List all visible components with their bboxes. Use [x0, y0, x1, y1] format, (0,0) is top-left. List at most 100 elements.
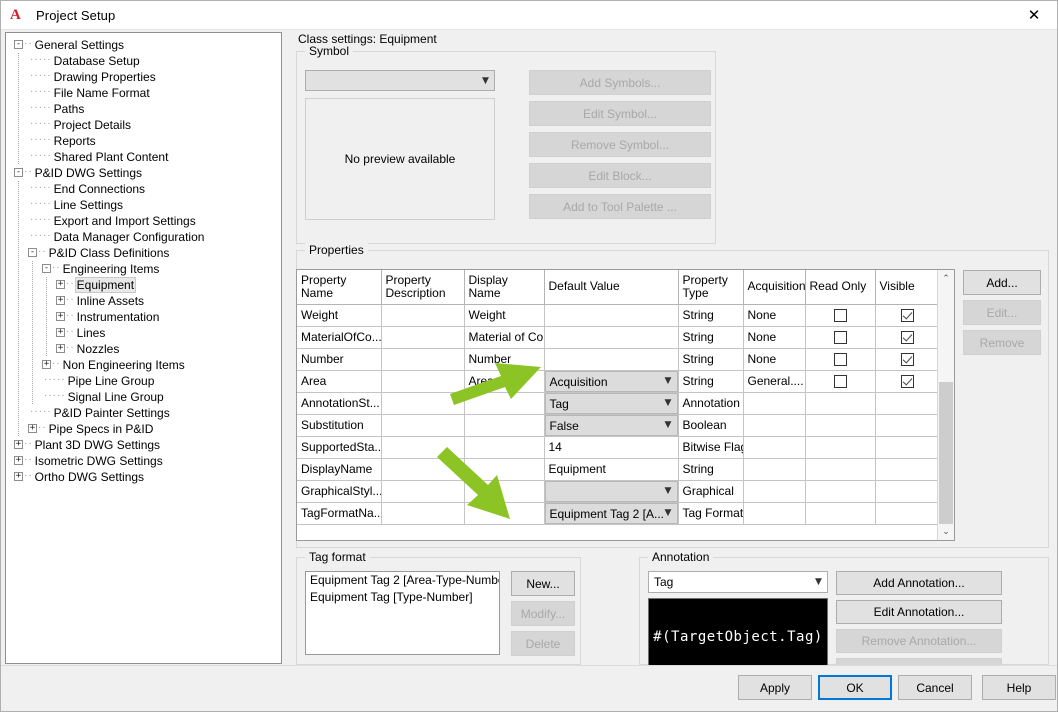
tree-item-ortho-dwg-settings[interactable]: + ·· Ortho DWG Settings [10, 469, 281, 485]
tree-item-pipe-specs-in-p-id[interactable]: + ·· Pipe Specs in P&ID [10, 421, 281, 437]
annotation-button-edit-annotation[interactable]: Edit Annotation... [836, 600, 1002, 624]
tree-item-nozzles[interactable]: + ·· Nozzles [10, 341, 281, 357]
col-property-description[interactable]: Property Description [381, 270, 465, 305]
cell-property-description[interactable] [381, 326, 465, 349]
col-default-value[interactable]: Default Value [544, 270, 679, 305]
cell-property-type[interactable]: Graphical [678, 480, 744, 503]
cell-display-name[interactable]: Weight [464, 304, 545, 327]
cell-property-type[interactable]: String [678, 326, 744, 349]
expand-icon[interactable]: + [14, 440, 23, 450]
expand-icon[interactable]: + [14, 472, 23, 482]
cell-read-only[interactable] [805, 392, 876, 415]
cell-property-name[interactable]: Number [297, 348, 382, 371]
tree-item-data-manager-configuration[interactable]: ····· Data Manager Configuration [10, 229, 281, 245]
cell-display-name[interactable] [464, 392, 545, 415]
tag-format-list-item[interactable]: Equipment Tag 2 [Area-Type-Number] [306, 572, 499, 589]
expand-icon[interactable]: + [42, 360, 51, 370]
tree-item-inline-assets[interactable]: + ·· Inline Assets [10, 293, 281, 309]
cell-property-name[interactable]: GraphicalStyl... [297, 480, 382, 503]
collapse-icon[interactable]: - [28, 248, 37, 258]
help-button[interactable]: Help [982, 675, 1056, 700]
cell-property-type[interactable]: Annotation [678, 392, 744, 415]
visible-checkbox[interactable] [900, 375, 914, 389]
ok-button[interactable]: OK [818, 675, 892, 700]
cell-visible[interactable] [875, 502, 940, 525]
tree-item-p-id-class-definitions[interactable]: - ·· P&ID Class Definitions [10, 245, 281, 261]
cell-acquisition[interactable]: General.... [743, 370, 806, 393]
cell-property-description[interactable] [381, 502, 465, 525]
default-value-combo[interactable]: Equipment Tag 2 [A... ▼ [544, 502, 677, 523]
col-property-type[interactable]: Property Type [678, 270, 744, 305]
cell-read-only[interactable] [805, 458, 876, 481]
properties-row[interactable]: Substitution False ▼ Boolean [297, 414, 940, 437]
cell-display-name[interactable]: Number [464, 348, 545, 371]
cell-default-value[interactable]: Acquisition ▼ [544, 370, 679, 393]
cell-visible[interactable] [875, 348, 940, 371]
collapse-icon[interactable]: - [14, 40, 23, 50]
col-read-only[interactable]: Read Only [805, 270, 876, 305]
cell-acquisition[interactable] [743, 502, 806, 525]
read-only-checkbox[interactable] [833, 309, 847, 323]
tree-item-general-settings[interactable]: - ·· General Settings [10, 37, 281, 53]
tree-item-file-name-format[interactable]: ····· File Name Format [10, 85, 281, 101]
tree-item-line-settings[interactable]: ····· Line Settings [10, 197, 281, 213]
cell-acquisition[interactable]: None [743, 348, 806, 371]
cell-default-value[interactable]: Tag ▼ [544, 392, 679, 415]
default-value-combo[interactable]: Tag ▼ [544, 392, 677, 413]
cell-display-name[interactable] [464, 414, 545, 437]
apply-button[interactable]: Apply [738, 675, 812, 700]
tag-format-list[interactable]: Equipment Tag 2 [Area-Type-Number] Equipm… [305, 571, 500, 655]
tree-item-drawing-properties[interactable]: ····· Drawing Properties [10, 69, 281, 85]
cell-default-value[interactable]: ▼ [544, 480, 679, 503]
visible-checkbox[interactable] [900, 331, 914, 345]
expand-icon[interactable]: + [56, 296, 65, 306]
cell-visible[interactable] [875, 304, 940, 327]
cell-property-description[interactable] [381, 370, 465, 393]
tree-item-pipe-line-group[interactable]: ····· Pipe Line Group [10, 373, 281, 389]
cell-property-type[interactable]: Tag Format [678, 502, 744, 525]
cell-property-type[interactable]: String [678, 348, 744, 371]
cell-default-value[interactable] [544, 326, 679, 349]
expand-icon[interactable]: + [56, 328, 65, 338]
scrollbar-thumb[interactable] [939, 382, 953, 524]
tree-item-export-and-import-settings[interactable]: ····· Export and Import Settings [10, 213, 281, 229]
cell-default-value[interactable]: Equipment Tag 2 [A... ▼ [544, 502, 679, 525]
tree-item-lines[interactable]: + ·· Lines [10, 325, 281, 341]
cell-property-name[interactable]: DisplayName [297, 458, 382, 481]
scroll-down-icon[interactable]: ⌄ [938, 523, 954, 540]
cell-property-type[interactable]: Boolean [678, 414, 744, 437]
cancel-button[interactable]: Cancel [898, 675, 972, 700]
cell-visible[interactable] [875, 458, 940, 481]
annotation-button-add-annotation[interactable]: Add Annotation... [836, 571, 1002, 595]
expand-icon[interactable]: + [56, 312, 65, 322]
col-property-name[interactable]: Property Name [297, 270, 382, 305]
cell-default-value[interactable]: 14 [544, 436, 679, 459]
cell-property-description[interactable] [381, 480, 465, 503]
tree-item-engineering-items[interactable]: - ·· Engineering Items [10, 261, 281, 277]
cell-display-name[interactable] [464, 436, 545, 459]
tag-format-button-new[interactable]: New... [511, 571, 575, 596]
cell-default-value[interactable] [544, 348, 679, 371]
cell-display-name[interactable]: Material of Co... [464, 326, 545, 349]
read-only-checkbox[interactable] [833, 375, 847, 389]
default-value-combo[interactable]: ▼ [544, 480, 677, 501]
tree-item-non-engineering-items[interactable]: + ·· Non Engineering Items [10, 357, 281, 373]
read-only-checkbox[interactable] [833, 353, 847, 367]
cell-acquisition[interactable]: None [743, 326, 806, 349]
cell-acquisition[interactable] [743, 458, 806, 481]
properties-row[interactable]: SupportedSta... 14 Bitwise Flag [297, 436, 940, 459]
cell-acquisition[interactable]: None [743, 304, 806, 327]
tree-item-reports[interactable]: ····· Reports [10, 133, 281, 149]
tree-item-equipment[interactable]: + ·· Equipment [10, 277, 281, 293]
cell-read-only[interactable] [805, 304, 876, 327]
cell-property-type[interactable]: String [678, 370, 744, 393]
settings-tree[interactable]: - ·· General Settings ····· Database Setup ··… [6, 33, 281, 485]
cell-visible[interactable] [875, 370, 940, 393]
properties-row[interactable]: GraphicalStyl... ▼ Graphical [297, 480, 940, 503]
properties-row[interactable]: AnnotationSt... Tag ▼ Annotation [297, 392, 940, 415]
cell-display-name[interactable] [464, 458, 545, 481]
tree-item-plant-3d-dwg-settings[interactable]: + ·· Plant 3D DWG Settings [10, 437, 281, 453]
cell-property-name[interactable]: TagFormatNa... [297, 502, 382, 525]
visible-checkbox[interactable] [900, 353, 914, 367]
cell-read-only[interactable] [805, 370, 876, 393]
